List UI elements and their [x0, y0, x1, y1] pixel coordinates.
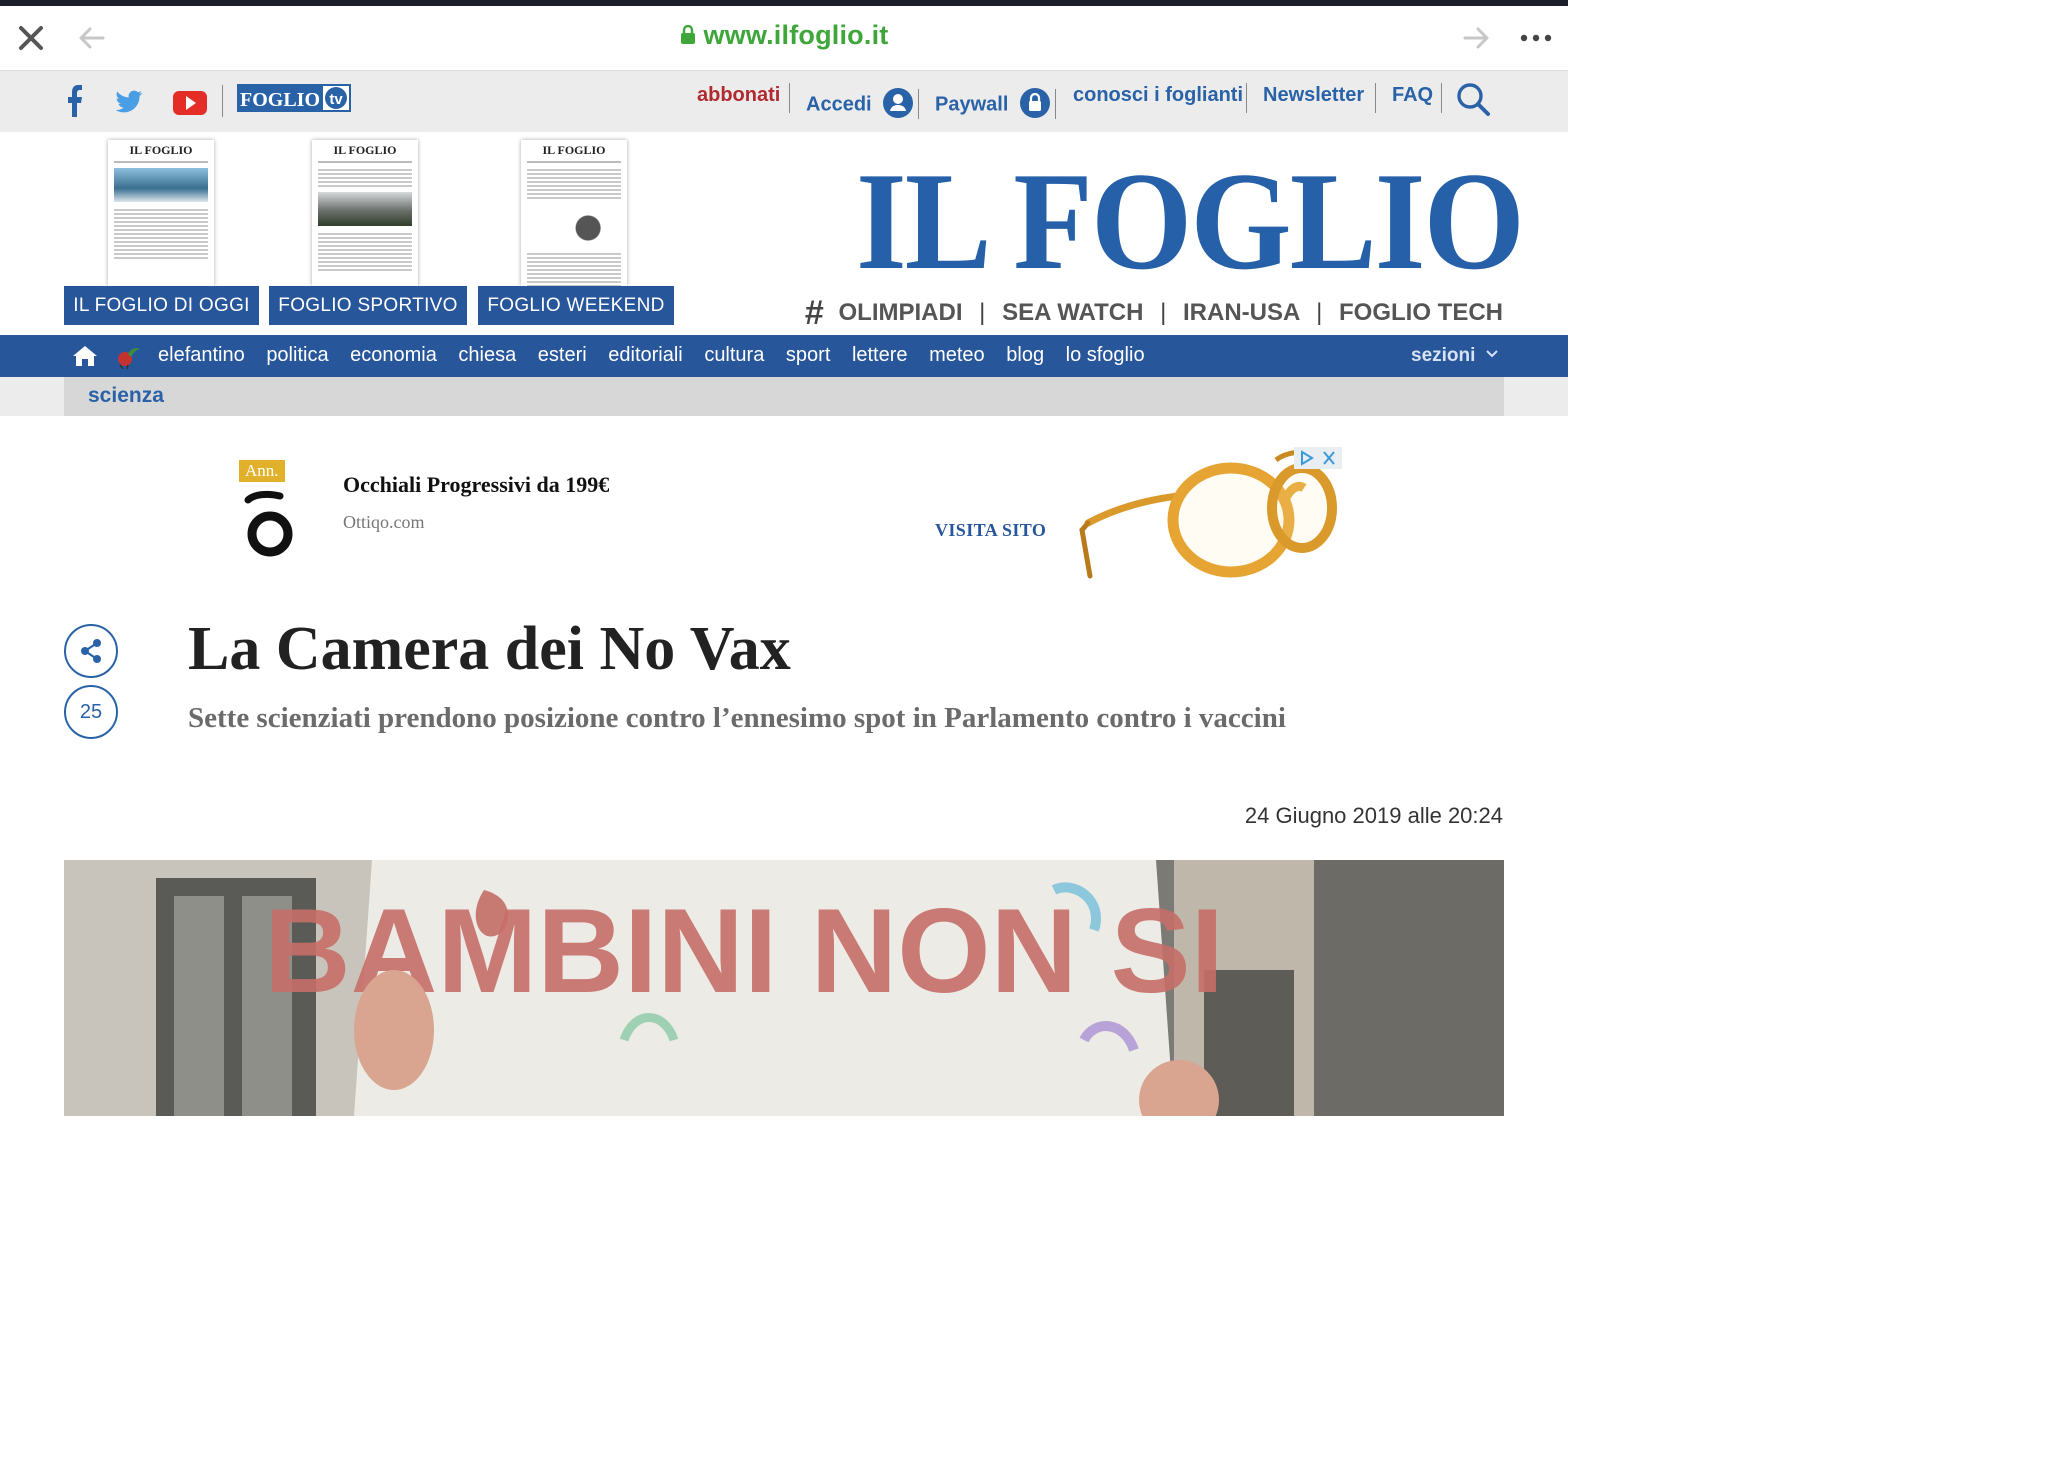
- divider: [789, 83, 790, 113]
- ad-choices[interactable]: [1294, 447, 1342, 469]
- divider: [1375, 83, 1376, 113]
- share-icon: [81, 639, 101, 663]
- ad-badge: Ann.: [239, 460, 285, 482]
- sections-dropdown[interactable]: sezioni: [1411, 345, 1499, 367]
- section-label[interactable]: scienza: [88, 384, 164, 408]
- divider: [1441, 83, 1442, 113]
- facebook-icon[interactable]: [64, 81, 84, 121]
- cover-rule: [318, 161, 412, 163]
- accedi-link[interactable]: Accedi: [806, 88, 914, 120]
- cover-text: [527, 167, 621, 201]
- nav-item-esteri[interactable]: esteri: [538, 344, 587, 366]
- chevron-down-icon: [1485, 350, 1498, 358]
- cover-text: [318, 167, 412, 187]
- foglio-tv-logo[interactable]: FOGLIO tv: [237, 83, 351, 117]
- divider: [222, 85, 223, 117]
- svg-text:tv: tv: [329, 91, 343, 108]
- tag-separator: |: [979, 299, 986, 326]
- more-options-icon[interactable]: [1518, 26, 1554, 50]
- newsletter-link[interactable]: Newsletter: [1263, 84, 1364, 107]
- paywall-label: Paywall: [935, 93, 1009, 116]
- nav-item-lettere[interactable]: lettere: [852, 344, 908, 366]
- tag-iran-usa[interactable]: IRAN-USA: [1183, 299, 1299, 326]
- adchoices-close-icon[interactable]: [1294, 447, 1342, 469]
- article-headline: La Camera dei No Vax: [188, 615, 791, 683]
- home-icon[interactable]: [72, 344, 98, 368]
- cover-foglio-sportivo[interactable]: IL FOGLIO: [312, 140, 418, 286]
- il-foglio-logo[interactable]: IL FOGLIO: [856, 152, 1525, 292]
- paywall-link[interactable]: Paywall: [935, 88, 1050, 120]
- ad-visit-button[interactable]: VISITA SITO: [935, 520, 1046, 541]
- forward-arrow-icon[interactable]: [1460, 22, 1492, 54]
- conosci-link[interactable]: conosci i foglianti: [1073, 84, 1243, 107]
- main-nav: elefantino politica economia chiesa este…: [0, 335, 1568, 377]
- trending-tags: # OLIMPIADI | SEA WATCH | IRAN-USA | FOG…: [805, 294, 1503, 333]
- youtube-icon[interactable]: [172, 81, 208, 121]
- faq-link[interactable]: FAQ: [1392, 84, 1433, 107]
- browser-toolbar: www.ilfoglio.it: [0, 6, 1568, 71]
- user-icon: [883, 88, 914, 118]
- divider: [918, 89, 919, 119]
- nav-item-sport[interactable]: sport: [786, 344, 830, 366]
- ottiqo-logo[interactable]: [240, 490, 298, 558]
- cover-rule: [527, 161, 621, 163]
- cover-masthead: IL FOGLIO: [129, 143, 193, 157]
- cover-photo: [527, 206, 621, 246]
- search-icon[interactable]: [1455, 81, 1491, 117]
- nav-item-elefantino[interactable]: elefantino: [158, 344, 245, 366]
- tag-foglio-tech[interactable]: FOGLIO TECH: [1339, 299, 1503, 326]
- tag-olimpiadi[interactable]: OLIMPIADI: [839, 299, 963, 326]
- ad-title[interactable]: Occhiali Progressivi da 199€: [343, 472, 609, 498]
- lock-icon: [680, 25, 695, 44]
- nav-item-chiesa[interactable]: chiesa: [458, 344, 516, 366]
- twitter-icon[interactable]: [112, 81, 144, 121]
- cover-photo: [318, 192, 412, 226]
- cover-text: [114, 207, 208, 259]
- article-date: 24 Giugno 2019 alle 20:24: [1244, 803, 1503, 828]
- nav-item-cultura[interactable]: cultura: [704, 344, 764, 366]
- cover-foglio-oggi[interactable]: IL FOGLIO: [108, 140, 214, 286]
- nav-item-economia[interactable]: economia: [350, 344, 437, 366]
- foglio-weekend-button[interactable]: FOGLIO WEEKEND: [478, 286, 674, 325]
- cover-text: [318, 231, 412, 271]
- divider: [1246, 83, 1247, 113]
- nav-item-editoriali[interactable]: editoriali: [608, 344, 682, 366]
- accedi-label: Accedi: [806, 93, 872, 116]
- nav-item-meteo[interactable]: meteo: [929, 344, 985, 366]
- hero-image[interactable]: BAMBINI NON SI: [64, 860, 1504, 1116]
- tag-separator: |: [1316, 299, 1323, 326]
- protest-sign-photo: BAMBINI NON SI: [64, 860, 1504, 1116]
- nav-items: elefantino politica economia chiesa este…: [158, 344, 1161, 367]
- sections-label: sezioni: [1411, 345, 1476, 366]
- foglio-di-oggi-button[interactable]: IL FOGLIO DI OGGI: [64, 286, 259, 325]
- svg-text:FOGLIO: FOGLIO: [240, 89, 320, 111]
- cover-masthead: IL FOGLIO: [542, 143, 606, 157]
- address-bar[interactable]: www.ilfoglio.it: [0, 20, 1568, 51]
- cover-rule: [114, 161, 208, 163]
- nav-item-lo-sfoglio[interactable]: lo sfoglio: [1066, 344, 1145, 366]
- ad-domain: Ottiqo.com: [343, 512, 425, 532]
- elefantino-icon[interactable]: [114, 343, 142, 369]
- cover-text: [527, 251, 621, 286]
- article-subhead: Sette scienziati prendono posizione cont…: [188, 702, 1286, 734]
- cover-photo: [114, 168, 208, 202]
- section-bar: scienza: [0, 377, 1568, 416]
- cover-masthead: IL FOGLIO: [333, 143, 397, 157]
- section-bar-inner: scienza: [64, 377, 1504, 416]
- cover-foglio-weekend[interactable]: IL FOGLIO: [521, 140, 627, 286]
- nav-item-blog[interactable]: blog: [1006, 344, 1044, 366]
- divider: [1055, 89, 1056, 119]
- foglio-sportivo-button[interactable]: FOGLIO SPORTIVO: [269, 286, 467, 325]
- utility-bar: FOGLIO tv abbonati Accedi Paywall conosc…: [0, 71, 1568, 132]
- nav-item-politica[interactable]: politica: [266, 344, 328, 366]
- url-text: www.ilfoglio.it: [703, 20, 889, 50]
- tag-sea-watch[interactable]: SEA WATCH: [1002, 299, 1143, 326]
- abbonati-link[interactable]: abbonati: [697, 84, 780, 107]
- hashtag-icon: #: [804, 294, 824, 332]
- tag-separator: |: [1160, 299, 1167, 326]
- share-button[interactable]: [64, 624, 118, 678]
- comments-button[interactable]: 25: [64, 685, 118, 739]
- padlock-icon: [1019, 88, 1050, 118]
